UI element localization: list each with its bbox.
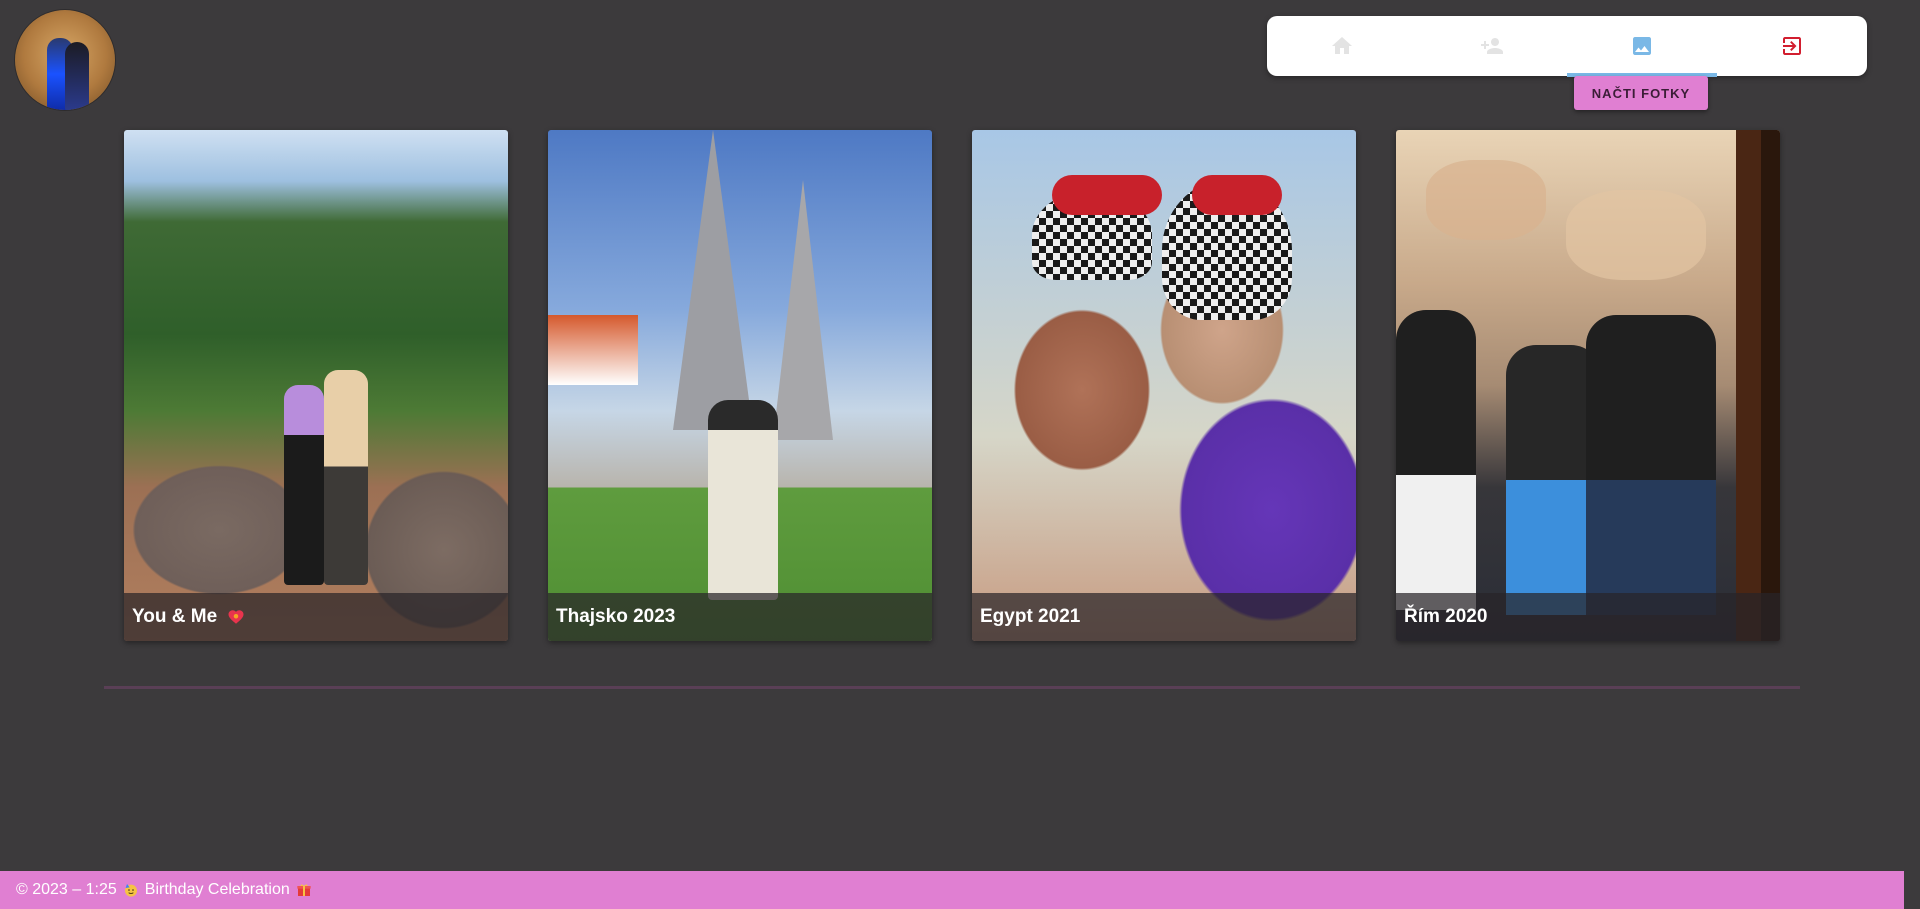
photo-fresco [1566,190,1706,280]
footer-text: Birthday Celebration [144,881,290,898]
album-card[interactable]: Řím 2020 [1396,130,1780,641]
album-photo [972,130,1356,641]
photo-person [1586,315,1716,615]
nav-home[interactable] [1267,16,1417,76]
image-icon [1633,37,1651,55]
album-caption: Řím 2020 [1396,593,1780,641]
home-icon [1332,37,1352,54]
gift-icon [297,884,311,896]
album-caption: You & Me [124,593,508,641]
page: NAČTI FOTKY You & Me Thajsko 2023 Egypt … [0,0,1920,909]
heart-icon [228,610,244,624]
avatar-figure [65,42,89,110]
album-card[interactable]: You & Me [124,130,508,641]
photo-gallery: You & Me Thajsko 2023 Egypt 2021 Řím 202… [124,130,1780,641]
footer: © 2023 – 1:25 Birthday Celebration [0,871,1920,909]
nav-logout[interactable] [1717,16,1867,76]
scrollbar[interactable] [1904,0,1920,909]
album-photo [1396,130,1780,641]
nav-friends[interactable] [1417,16,1567,76]
photo-roof [548,315,638,385]
photo-couple [708,400,778,600]
party-face-icon [124,884,137,897]
logout-icon [1783,37,1801,55]
album-title: Řím 2020 [1404,606,1488,627]
top-nav [1267,16,1867,77]
album-title: You & Me [132,606,218,627]
photo-fresco [1426,160,1546,240]
photo-person [284,385,324,585]
photo-person [324,370,368,585]
album-caption: Thajsko 2023 [548,593,932,641]
avatar[interactable] [15,10,115,110]
nav-photos[interactable] [1567,16,1717,77]
photo-goggles [1192,175,1282,215]
divider [104,686,1800,689]
photo-spire [773,180,833,440]
photo-spire [673,130,753,430]
album-card[interactable]: Egypt 2021 [972,130,1356,641]
album-card[interactable]: Thajsko 2023 [548,130,932,641]
photo-person [1396,310,1476,610]
album-title: Egypt 2021 [980,606,1081,627]
load-photos-button[interactable]: NAČTI FOTKY [1574,76,1708,110]
album-title: Thajsko 2023 [556,606,676,627]
person-add-icon [1481,38,1503,54]
album-photo [548,130,932,641]
album-caption: Egypt 2021 [972,593,1356,641]
photo-goggles [1052,175,1162,215]
album-photo [124,130,508,641]
footer-copyright: © 2023 – 1:25 [16,881,117,898]
